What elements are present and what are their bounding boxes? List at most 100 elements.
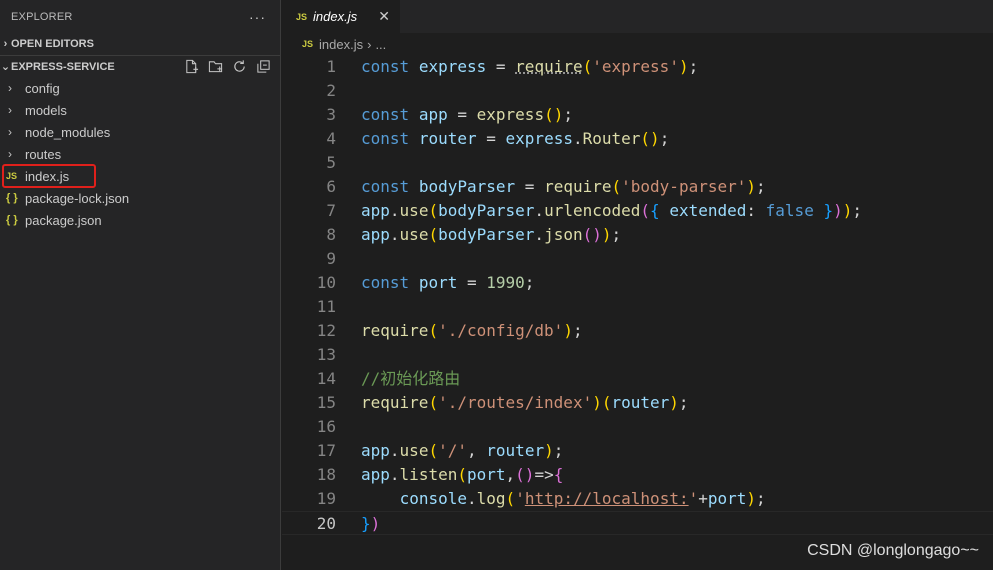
js-file-icon: JS [302,39,314,49]
code-line[interactable]: 6 const bodyParser = require('body-parser… [282,175,993,199]
line-number: 16 [316,417,336,436]
explorer-title: EXPLORER [11,10,73,23]
line-number: 19 [316,489,336,508]
tree-item-config[interactable]: › config [0,77,280,99]
js-file-icon: JS [296,11,308,22]
tree-item-label: index.js [25,168,70,184]
line-number: 6 [326,177,336,196]
tree-item-label: routes [25,146,62,162]
line-number: 17 [316,441,336,460]
line-number: 8 [326,225,336,244]
js-file-icon: JS [6,171,18,181]
code-line[interactable]: 5 [282,151,993,175]
code-text: app.use(bodyParser.urlencoded({ extended… [361,201,863,220]
project-section[interactable]: ⌄ EXPRESS-SERVICE [0,55,280,77]
line-number: 9 [326,249,336,268]
code-line[interactable]: 1 const express = require('express'); [282,55,993,79]
code-line[interactable]: 14 //初始化路由 [282,367,993,391]
code-line[interactable]: 15 require('./routes/index')(router); [282,391,993,415]
code-line[interactable]: 20}) [282,511,993,535]
breadcrumb-symbol[interactable]: ... [375,37,386,52]
code-text: const port = 1990; [361,273,535,292]
json-file-icon: { } [6,192,18,204]
code-text: const app = express(); [361,105,573,124]
code-line[interactable]: 12 require('./config/db'); [282,319,993,343]
explorer-sidebar: EXPLORER ··· › OPEN EDITORS ⌄ EXPRESS-SE… [0,0,281,570]
code-line[interactable]: 10 const port = 1990; [282,271,993,295]
line-number: 15 [316,393,336,412]
file-tree: › config › models › node_modules › route… [0,77,280,231]
tree-item-node-modules[interactable]: › node_modules [0,121,280,143]
code-line[interactable]: 11 [282,295,993,319]
chevron-right-icon: › [8,103,12,117]
tree-item-label: package-lock.json [25,190,130,206]
tree-item-label: config [25,80,60,96]
code-line[interactable]: 9 [282,247,993,271]
line-number: 2 [326,81,336,100]
line-number: 3 [326,105,336,124]
line-number: 14 [316,369,336,388]
explorer-header: EXPLORER ··· [0,0,280,33]
code-line[interactable]: 19 console.log('http://localhost:'+port)… [282,487,993,511]
code-line[interactable]: 16 [282,415,993,439]
project-label: EXPRESS-SERVICE [11,60,115,73]
line-number: 1 [326,57,336,76]
chevron-right-icon: › [8,147,12,161]
line-number: 5 [326,153,336,172]
tab-label: index.js [313,9,358,24]
chevron-right-icon: › [8,81,12,95]
line-number: 12 [316,321,336,340]
tree-item-routes[interactable]: › routes [0,143,280,165]
close-icon[interactable]: ✕ [378,8,390,25]
tree-item-index-js[interactable]: JS index.js [0,165,280,187]
code-text: require('./routes/index')(router); [361,393,689,412]
code-line[interactable]: 7 app.use(bodyParser.urlencoded({ extende… [282,199,993,223]
breadcrumb: JS index.js › ... [282,33,993,55]
code-line[interactable]: 18 app.listen(port,()=>{ [282,463,993,487]
open-editors-label: OPEN EDITORS [11,38,94,50]
tab-index-js[interactable]: JS index.js ✕ [282,0,400,33]
code-text: const bodyParser = require('body-parser'… [361,177,766,196]
tree-item-label: package.json [25,212,102,228]
line-number: 4 [326,129,336,148]
code-text: }) [361,514,381,533]
code-text: const express = require('express'); [361,57,699,76]
watermark: CSDN @longlongago~~ [807,542,979,559]
collapse-all-icon[interactable] [254,58,272,76]
code-text: app.listen(port,()=>{ [361,465,564,484]
code-text: const router = express.Router(); [361,129,670,148]
line-number: 7 [326,201,336,220]
breadcrumb-file[interactable]: index.js [319,37,363,52]
code-line[interactable]: 8 app.use(bodyParser.json()); [282,223,993,247]
code-line[interactable]: 3 const app = express(); [282,103,993,127]
code-text: //初始化路由 [361,369,461,388]
refresh-icon[interactable] [230,58,248,76]
code-line[interactable]: 2 [282,79,993,103]
open-editors-section[interactable]: › OPEN EDITORS [0,33,280,55]
code-line[interactable]: 4 const router = express.Router(); [282,127,993,151]
tree-item-label: node_modules [25,124,111,140]
line-number: 11 [316,297,336,316]
tab-bar: JS index.js ✕ [282,0,993,33]
new-folder-icon[interactable] [206,58,224,76]
json-file-icon: { } [6,214,18,226]
line-number: 18 [316,465,336,484]
tree-item-models[interactable]: › models [0,99,280,121]
code-line[interactable]: 13 [282,343,993,367]
code-editor[interactable]: 1 const express = require('express'); 2 3 co… [282,55,993,535]
tree-item-package-lock[interactable]: { } package-lock.json [0,187,280,209]
tree-item-label: models [25,102,67,118]
more-actions-icon[interactable]: ··· [249,9,266,25]
new-file-icon[interactable] [182,58,200,76]
tree-item-package-json[interactable]: { } package.json [0,209,280,231]
line-number: 13 [316,345,336,364]
code-line[interactable]: 17 app.use('/', router); [282,439,993,463]
line-number: 10 [316,273,336,292]
line-number: 20 [316,514,336,533]
code-text: app.use(bodyParser.json()); [361,225,622,244]
breadcrumb-separator: › [367,36,372,52]
code-text: console.log('http://localhost:'+port); [399,489,766,508]
code-text: app.use('/', router); [361,441,564,460]
code-text: require('./config/db'); [361,321,583,340]
editor-area: JS index.js ✕ JS index.js › ... 1 const e… [282,0,993,570]
